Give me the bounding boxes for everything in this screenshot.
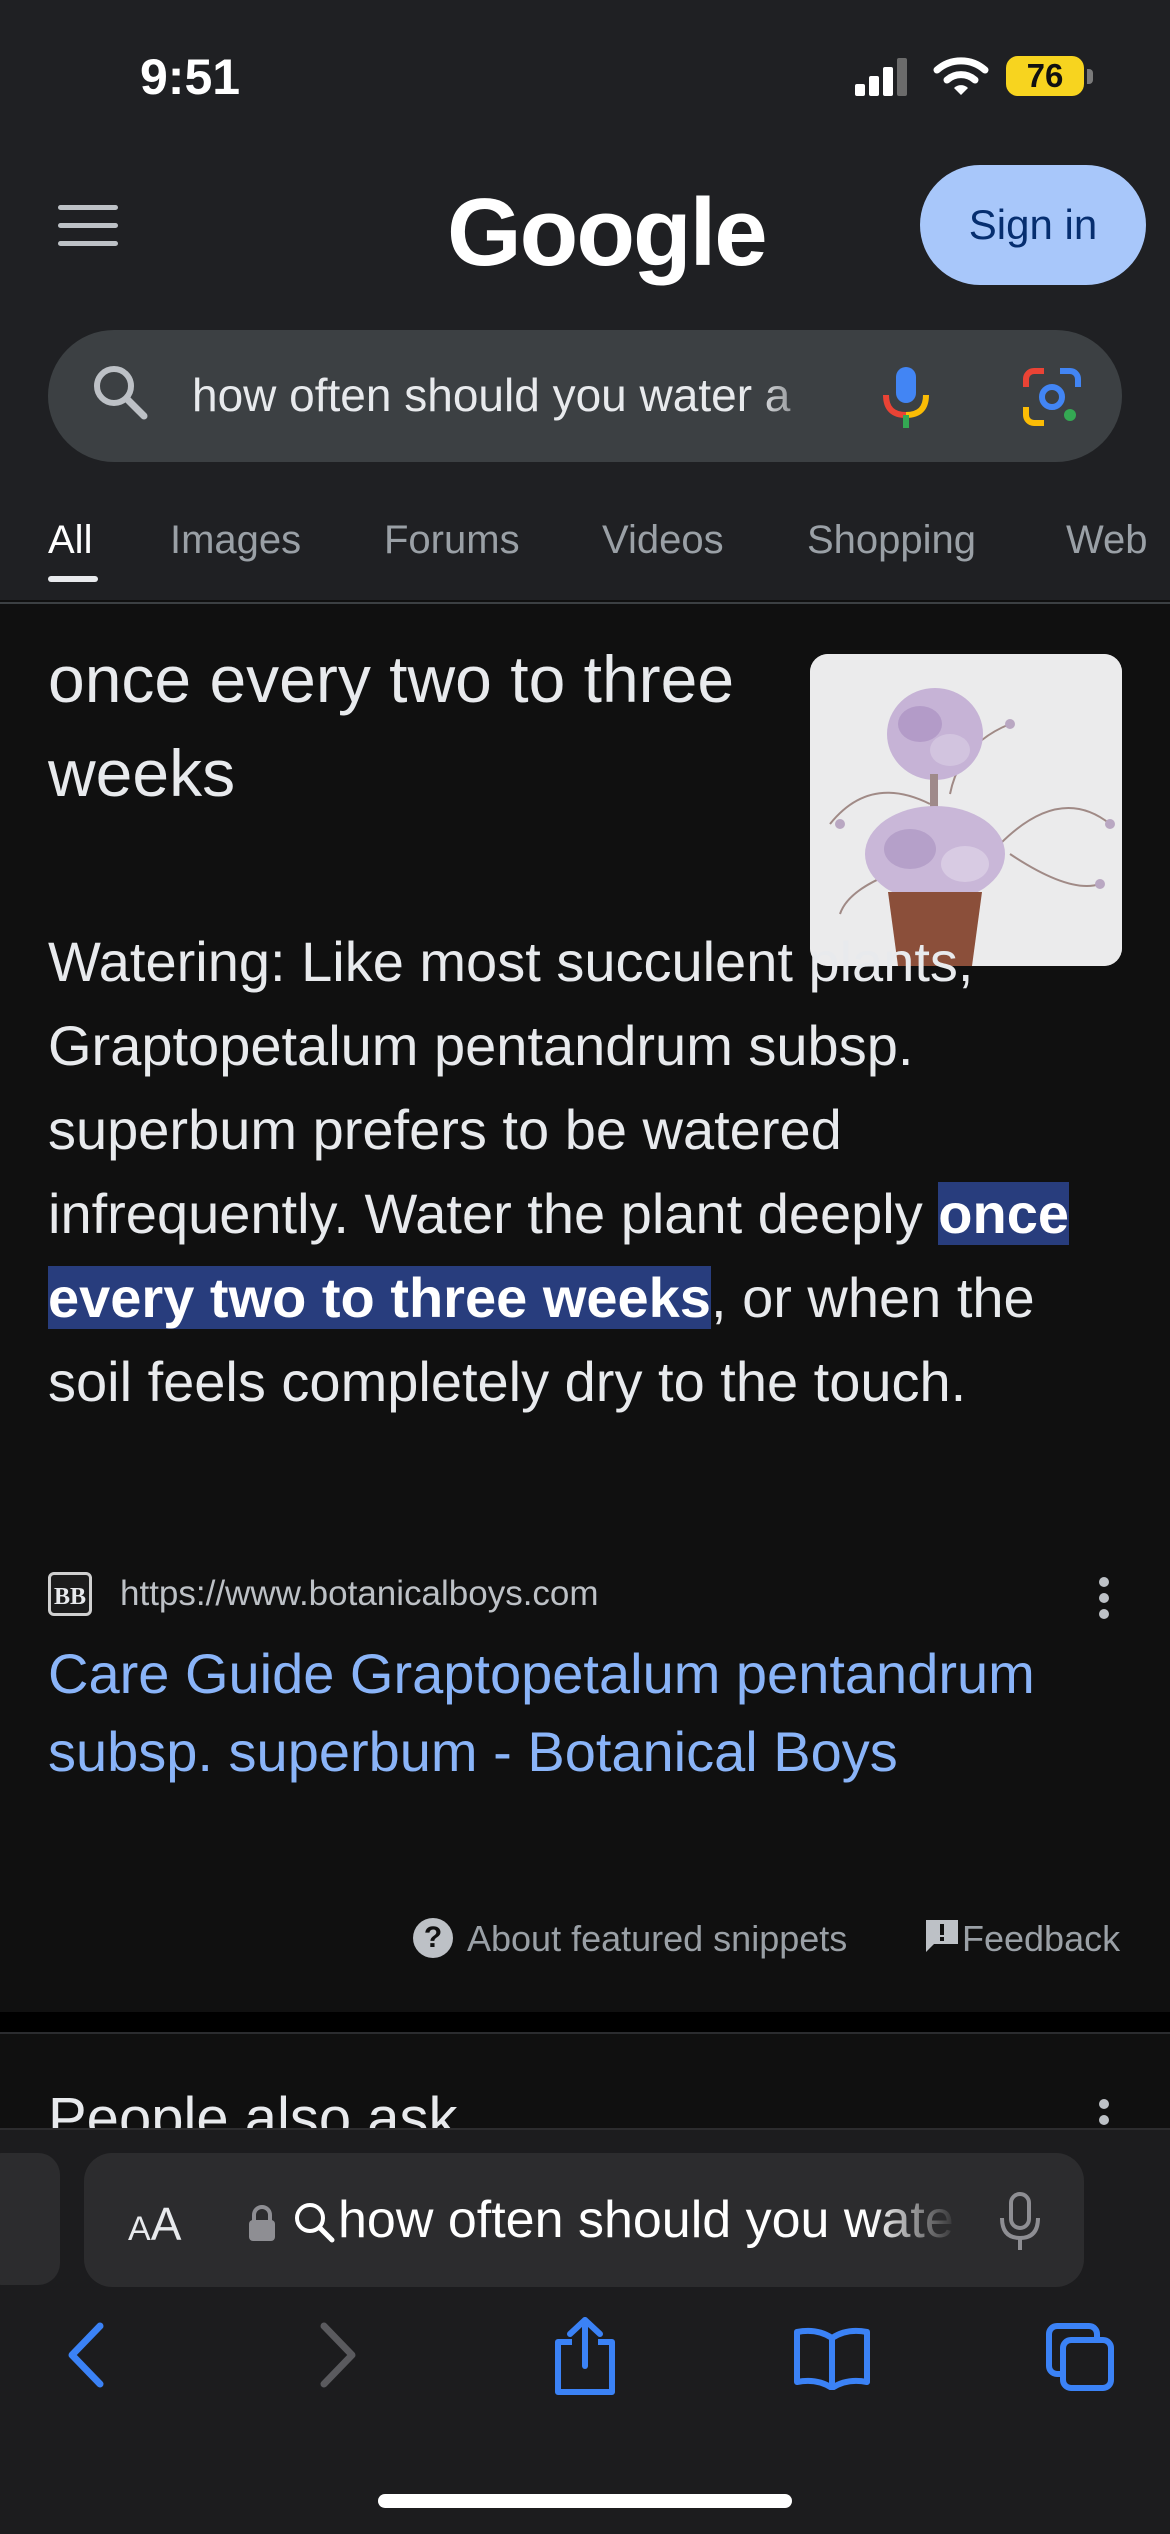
address-bar-text[interactable]: how often should you water a xyxy=(338,2190,958,2252)
section-divider xyxy=(0,2012,1170,2034)
voice-search-icon[interactable] xyxy=(878,365,934,431)
answer-title: once every two to three weeks xyxy=(48,642,735,810)
previous-tab-preview[interactable] xyxy=(0,2153,60,2285)
aa-small: A xyxy=(128,2210,151,2248)
help-icon[interactable]: ? xyxy=(413,1918,453,1958)
microphone-icon[interactable] xyxy=(998,2192,1042,2252)
back-icon[interactable] xyxy=(62,2320,110,2390)
tab-all[interactable]: All xyxy=(48,518,92,563)
snippet-text-before: Watering: Like most succulent plants, Gr… xyxy=(48,930,974,1245)
source-favicon[interactable]: BB xyxy=(48,1572,92,1616)
google-logo[interactable]: Google xyxy=(447,178,768,288)
battery-tip xyxy=(1087,69,1093,84)
feedback-icon[interactable] xyxy=(924,1918,960,1956)
page-settings-button[interactable]: AA xyxy=(128,2197,181,2251)
bookmarks-icon[interactable] xyxy=(793,2326,871,2390)
tab-web[interactable]: Web xyxy=(1066,518,1148,563)
lock-icon xyxy=(249,2205,275,2241)
search-icon xyxy=(295,2203,335,2243)
tab-images[interactable]: Images xyxy=(170,518,301,563)
tabs-divider xyxy=(0,602,1170,604)
search-input[interactable]: how often should you water a xyxy=(192,368,832,428)
signal-icon xyxy=(855,58,907,96)
more-options-icon[interactable] xyxy=(1094,1576,1114,1620)
aa-large: A xyxy=(150,2198,182,2250)
search-icon xyxy=(94,366,148,420)
feedback-link[interactable]: Feedback xyxy=(962,1918,1120,1960)
snippet-text: Watering: Like most succulent plants, Gr… xyxy=(48,920,1088,1424)
tab-videos[interactable]: Videos xyxy=(602,518,724,563)
result-link[interactable]: Care Guide Graptopetalum pentandrum subs… xyxy=(48,1635,1048,1791)
google-lens-icon[interactable] xyxy=(1020,365,1084,429)
battery-level: 76 xyxy=(1026,57,1064,94)
status-time: 9:51 xyxy=(140,49,241,105)
search-tabs: All Images Forums Videos Shopping Web xyxy=(0,510,1170,602)
share-icon[interactable] xyxy=(550,2316,620,2396)
active-tab-indicator xyxy=(48,576,98,582)
wifi-icon xyxy=(933,57,989,95)
tab-shopping[interactable]: Shopping xyxy=(807,518,976,563)
forward-icon[interactable] xyxy=(314,2320,362,2390)
menu-icon[interactable] xyxy=(58,205,118,255)
tab-forums[interactable]: Forums xyxy=(384,518,520,563)
source-url[interactable]: https://www.botanicalboys.com xyxy=(120,1574,599,1614)
battery-indicator: 76 xyxy=(1006,56,1084,96)
home-indicator xyxy=(378,2494,792,2508)
tabs-icon[interactable] xyxy=(1045,2322,1117,2394)
about-featured-snippets-link[interactable]: About featured snippets xyxy=(467,1918,847,1960)
sign-in-button[interactable]: Sign in xyxy=(920,165,1146,285)
